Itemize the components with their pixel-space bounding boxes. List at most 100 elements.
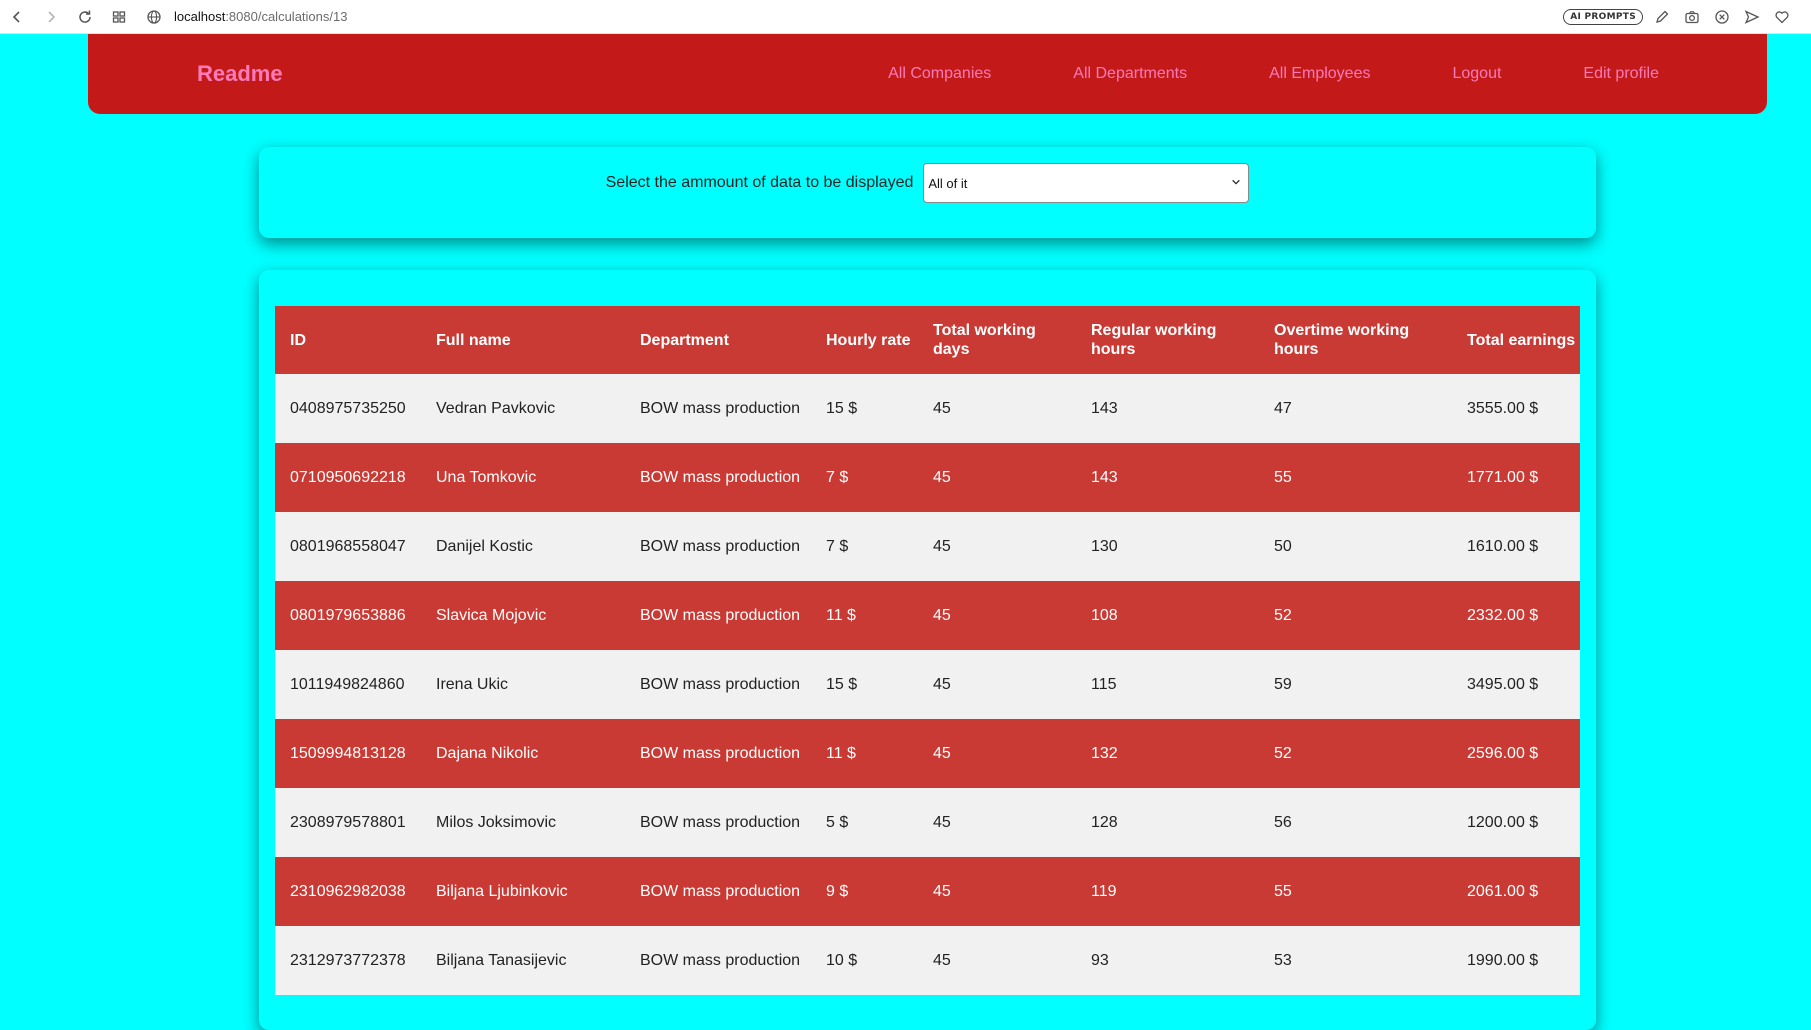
cell-full-name: Irena Ukic [436,676,509,693]
cell-total-earnings: 1610.00 $ [1467,538,1539,555]
cell-department: BOW mass production [640,883,801,900]
nav-edit-profile[interactable]: Edit profile [1583,65,1659,83]
cell-id: 2308979578801 [290,814,406,831]
cell-department: BOW mass production [640,814,801,831]
tabs-grid-icon[interactable] [102,0,136,34]
cell-total-earnings: 3555.00 $ [1467,400,1539,417]
heart-icon[interactable] [1771,0,1793,34]
cell-total-working-days: 45 [933,607,951,624]
cell-id: 0801979653886 [290,607,406,624]
nav-all-employees[interactable]: All Employees [1269,65,1370,83]
cell-overtime-working-hours: 56 [1274,814,1292,831]
close-circle-icon[interactable] [1711,0,1733,34]
address-bar[interactable]: localhost:8080/calculations/13 [146,9,347,25]
cell-full-name: Vedran Pavkovic [436,400,556,417]
cell-total-earnings: 2596.00 $ [1467,745,1539,762]
brand-logo[interactable]: Readme [197,34,283,114]
table-row: 0801968558047 Danijel Kostic BOW mass pr… [275,512,1580,581]
header-id: ID [290,331,306,349]
chevron-down-icon [1230,176,1242,188]
nav-all-companies[interactable]: All Companies [888,65,991,83]
cell-total-earnings: 1990.00 $ [1467,952,1539,969]
header-total-working-days: Total working days [933,322,1036,358]
header-overtime-working-hours: Overtime working hours [1274,322,1410,358]
cell-department: BOW mass production [640,469,801,486]
data-amount-select[interactable]: All of it [923,163,1250,203]
ai-prompts-badge[interactable]: AI PROMPTS [1563,9,1643,25]
filter-card: Select the ammount of data to be display… [259,147,1596,238]
cell-total-working-days: 45 [933,952,951,969]
cell-id: 1509994813128 [290,745,406,762]
nav-links: All Companies All Departments All Employ… [888,34,1659,114]
header-regular-working-hours: Regular working hours [1091,322,1217,358]
cell-full-name: Biljana Tanasijevic [436,952,567,969]
cell-regular-working-hours: 93 [1091,952,1109,969]
cell-hourly-rate: 11 $ [826,607,856,624]
cell-regular-working-hours: 108 [1091,607,1118,624]
cell-regular-working-hours: 132 [1091,745,1118,762]
cell-hourly-rate: 15 $ [826,676,858,693]
cell-total-working-days: 45 [933,814,951,831]
cell-id: 0408975735250 [290,400,406,417]
cell-total-working-days: 45 [933,538,951,555]
nav-logout[interactable]: Logout [1452,65,1501,83]
cell-total-working-days: 45 [933,400,951,417]
table-row: 0710950692218 Una Tomkovic BOW mass prod… [275,443,1580,512]
table-row: 1011949824860 Irena Ukic BOW mass produc… [275,650,1580,719]
cell-department: BOW mass production [640,952,801,969]
cell-hourly-rate: 10 $ [826,952,858,969]
cell-full-name: Danijel Kostic [436,538,533,555]
table-row: 2310962982038 Biljana Ljubinkovic BOW ma… [275,857,1580,926]
cell-total-working-days: 45 [933,745,951,762]
cell-department: BOW mass production [640,538,801,555]
cell-id: 0801968558047 [290,538,406,555]
back-icon[interactable] [0,0,34,34]
cell-overtime-working-hours: 47 [1274,400,1292,417]
cell-total-earnings: 2332.00 $ [1467,607,1539,624]
table-row: 2308979578801 Milos Joksimovic BOW mass … [275,788,1580,857]
table-header-row: ID Full name Department Hourly rate Tota… [275,306,1580,374]
cell-hourly-rate: 11 $ [826,745,856,762]
cell-hourly-rate: 15 $ [826,400,858,417]
cell-total-earnings: 1771.00 $ [1467,469,1539,486]
reload-icon[interactable] [68,0,102,34]
cell-full-name: Dajana Nikolic [436,745,539,762]
url-host: localhost [174,9,226,24]
cell-regular-working-hours: 143 [1091,469,1118,486]
header-department: Department [640,331,729,349]
cell-regular-working-hours: 130 [1091,538,1118,555]
camera-icon[interactable] [1681,0,1703,34]
cell-overtime-working-hours: 52 [1274,607,1292,624]
calculations-table-card: ID Full name Department Hourly rate Tota… [259,270,1596,1030]
cell-hourly-rate: 7 $ [826,469,849,486]
cell-overtime-working-hours: 53 [1274,952,1292,969]
cell-department: BOW mass production [640,400,801,417]
header-hourly-rate: Hourly rate [826,331,911,349]
cell-regular-working-hours: 119 [1091,883,1117,900]
cell-regular-working-hours: 128 [1091,814,1118,831]
navbar: Readme All Companies All Departments All… [88,34,1767,114]
cell-department: BOW mass production [640,676,801,693]
data-amount-selected-value: All of it [928,175,968,191]
table-row: 2312973772378 Biljana Tanasijevic BOW ma… [275,926,1580,995]
cell-total-working-days: 45 [933,883,951,900]
cell-overtime-working-hours: 52 [1274,745,1292,762]
cell-id: 2310962982038 [290,883,406,900]
cell-hourly-rate: 7 $ [826,538,849,555]
table-row: 0408975735250 Vedran Pavkovic BOW mass p… [275,374,1580,443]
cell-overtime-working-hours: 59 [1274,676,1292,693]
cell-id: 1011949824860 [290,676,405,693]
cell-full-name: Biljana Ljubinkovic [436,883,568,900]
browser-toolbar: localhost:8080/calculations/13 AI PROMPT… [0,0,1811,34]
forward-icon[interactable] [34,0,68,34]
cell-full-name: Milos Joksimovic [436,814,557,831]
data-amount-label: Select the ammount of data to be display… [605,174,914,191]
cell-regular-working-hours: 115 [1091,676,1117,693]
send-icon[interactable] [1741,0,1763,34]
nav-all-departments[interactable]: All Departments [1073,65,1187,83]
cell-total-earnings: 2061.00 $ [1467,883,1539,900]
cell-total-earnings: 3495.00 $ [1467,676,1539,693]
header-total-earnings: Total earnings [1467,331,1576,349]
edit-icon[interactable] [1651,0,1673,34]
cell-full-name: Slavica Mojovic [436,607,547,624]
